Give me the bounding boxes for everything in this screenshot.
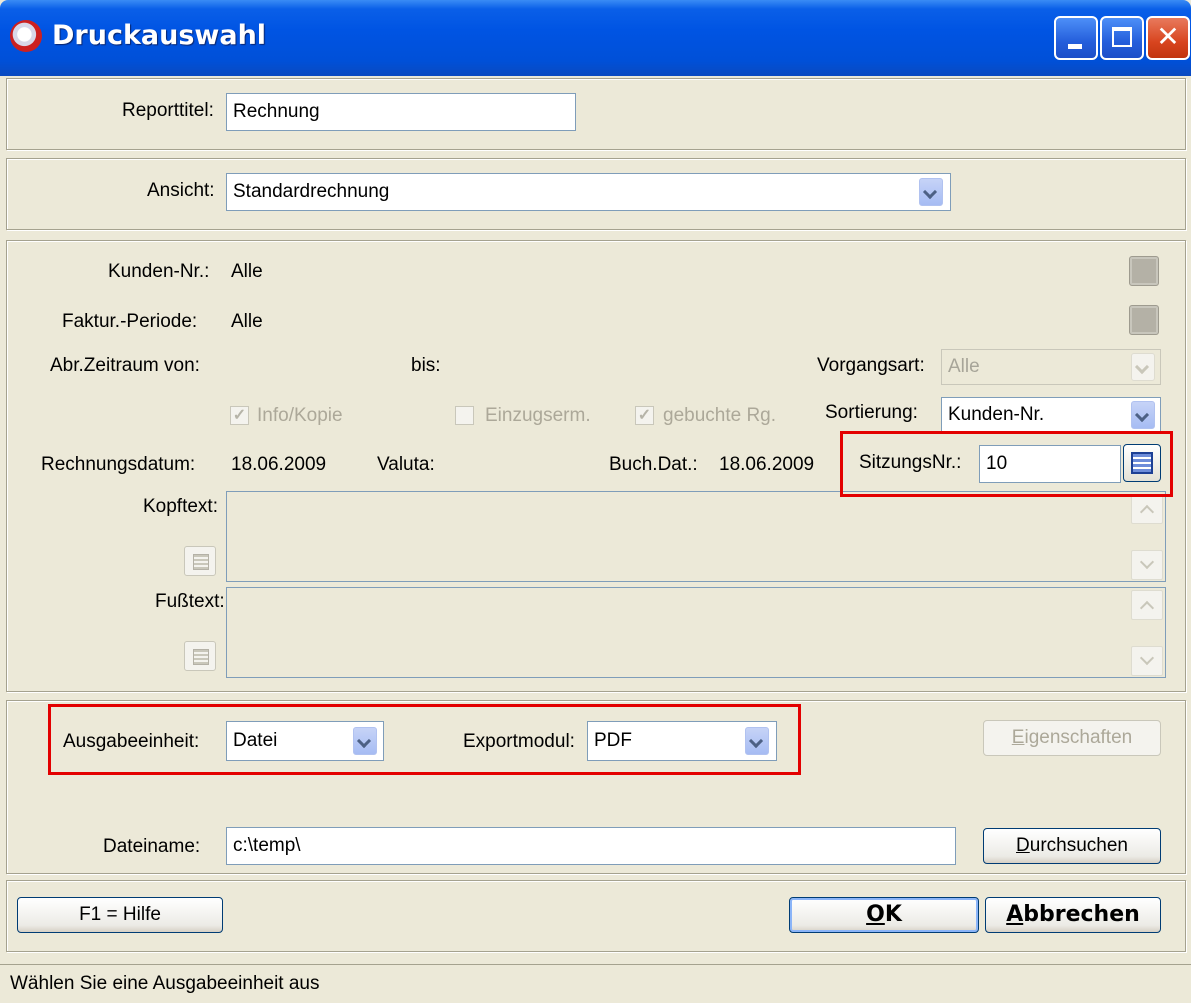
- header-text-edit-button[interactable]: [184, 546, 216, 576]
- posted-invoices-checkbox[interactable]: ✓: [635, 406, 654, 425]
- posting-date-value: 18.06.2009: [719, 454, 815, 475]
- maximize-icon: [1112, 27, 1132, 47]
- info-copy-label: Info/Kopie: [257, 405, 343, 426]
- view-select[interactable]: Standardrechnung: [226, 173, 951, 211]
- info-copy-checkbox[interactable]: ✓: [230, 406, 249, 425]
- customer-no-label: Kunden-Nr.:: [108, 261, 210, 282]
- session-highlight-box: [840, 431, 1173, 497]
- view-panel: Ansicht: Standardrechnung: [6, 158, 1186, 230]
- sort-dropdown-button[interactable]: [1131, 401, 1155, 429]
- ok-button-label: K: [884, 902, 902, 927]
- view-label: Ansicht:: [147, 180, 215, 201]
- header-text-area[interactable]: [226, 491, 1166, 582]
- report-title-input[interactable]: Rechnung: [226, 93, 576, 131]
- title-bar[interactable]: Druckauswahl ✕: [0, 0, 1191, 76]
- footer-text-edit-button[interactable]: [184, 641, 216, 671]
- output-highlight-box: [48, 704, 801, 775]
- transaction-type-label: Vorgangsart:: [817, 355, 925, 376]
- cancel-button-mnemonic: A: [1006, 902, 1024, 927]
- billing-period-label: Faktur.-Periode:: [62, 311, 198, 332]
- header-text-scrollbar[interactable]: [1131, 494, 1165, 580]
- period-from-label: Abr.Zeitraum von:: [50, 355, 200, 376]
- ok-button-mnemonic: O: [866, 902, 885, 927]
- window-title: Druckauswahl: [52, 20, 267, 51]
- posting-date-label: Buch.Dat.:: [609, 454, 698, 475]
- value-date-label: Valuta:: [377, 454, 435, 475]
- browse-button-mnemonic: D: [1016, 835, 1030, 856]
- filename-input[interactable]: c:\temp\: [226, 827, 956, 865]
- scroll-down-icon[interactable]: [1131, 550, 1163, 580]
- period-to-label: bis:: [411, 355, 441, 376]
- scroll-down-icon[interactable]: [1131, 646, 1163, 676]
- browse-button[interactable]: Durchsuchen: [983, 828, 1161, 864]
- direct-debit-checkbox[interactable]: [455, 406, 474, 425]
- properties-button-label: igenschaften: [1024, 727, 1133, 748]
- transaction-type-select[interactable]: Alle: [941, 349, 1161, 385]
- customer-no-picker-button[interactable]: [1129, 256, 1159, 286]
- direct-debit-label: Einzugserm.: [485, 405, 591, 426]
- status-bar: Wählen Sie eine Ausgabeeinheit aus: [0, 964, 1191, 1003]
- footer-text-scrollbar[interactable]: [1131, 590, 1165, 676]
- report-title-panel: Reporttitel: Rechnung: [6, 78, 1186, 150]
- status-text: Wählen Sie eine Ausgabeeinheit aus: [10, 973, 320, 994]
- maximize-button[interactable]: [1100, 16, 1144, 60]
- report-title-label: Reporttitel:: [122, 100, 214, 121]
- minimize-icon: [1068, 44, 1082, 49]
- app-icon: [10, 20, 42, 52]
- button-panel: F1 = Hilfe OK Abbrechen: [6, 880, 1186, 952]
- invoice-date-value: 18.06.2009: [231, 454, 327, 475]
- footer-text-label: Fußtext:: [155, 591, 225, 612]
- billing-period-value: Alle: [231, 311, 263, 332]
- druckauswahl-dialog: Druckauswahl ✕ Reporttitel: Rechnung Ans…: [0, 0, 1191, 1003]
- properties-button-mnemonic: E: [1011, 727, 1025, 748]
- customer-no-value: Alle: [231, 261, 263, 282]
- help-button[interactable]: F1 = Hilfe: [17, 897, 223, 933]
- sort-label: Sortierung:: [825, 402, 918, 423]
- posted-invoices-label: gebuchte Rg.: [663, 405, 777, 426]
- header-text-label: Kopftext:: [143, 496, 218, 517]
- transaction-type-dropdown-button[interactable]: [1131, 353, 1155, 381]
- invoice-date-label: Rechnungsdatum:: [41, 454, 196, 475]
- footer-text-area[interactable]: [226, 587, 1166, 678]
- scroll-up-icon[interactable]: [1131, 494, 1163, 524]
- cancel-button-label: bbrechen: [1023, 902, 1140, 927]
- billing-period-picker-button[interactable]: [1129, 305, 1159, 335]
- close-icon: ✕: [1156, 20, 1180, 53]
- scroll-up-icon[interactable]: [1131, 590, 1163, 620]
- browse-button-label: urchsuchen: [1029, 835, 1128, 856]
- sort-select[interactable]: Kunden-Nr.: [941, 397, 1161, 433]
- ok-button[interactable]: OK: [789, 897, 979, 933]
- close-button[interactable]: ✕: [1146, 16, 1190, 60]
- properties-button[interactable]: Eigenschaften: [983, 720, 1161, 756]
- view-dropdown-button[interactable]: [919, 178, 943, 206]
- minimize-button[interactable]: [1054, 16, 1098, 60]
- filename-label: Dateiname:: [103, 836, 201, 857]
- cancel-button[interactable]: Abbrechen: [985, 897, 1161, 933]
